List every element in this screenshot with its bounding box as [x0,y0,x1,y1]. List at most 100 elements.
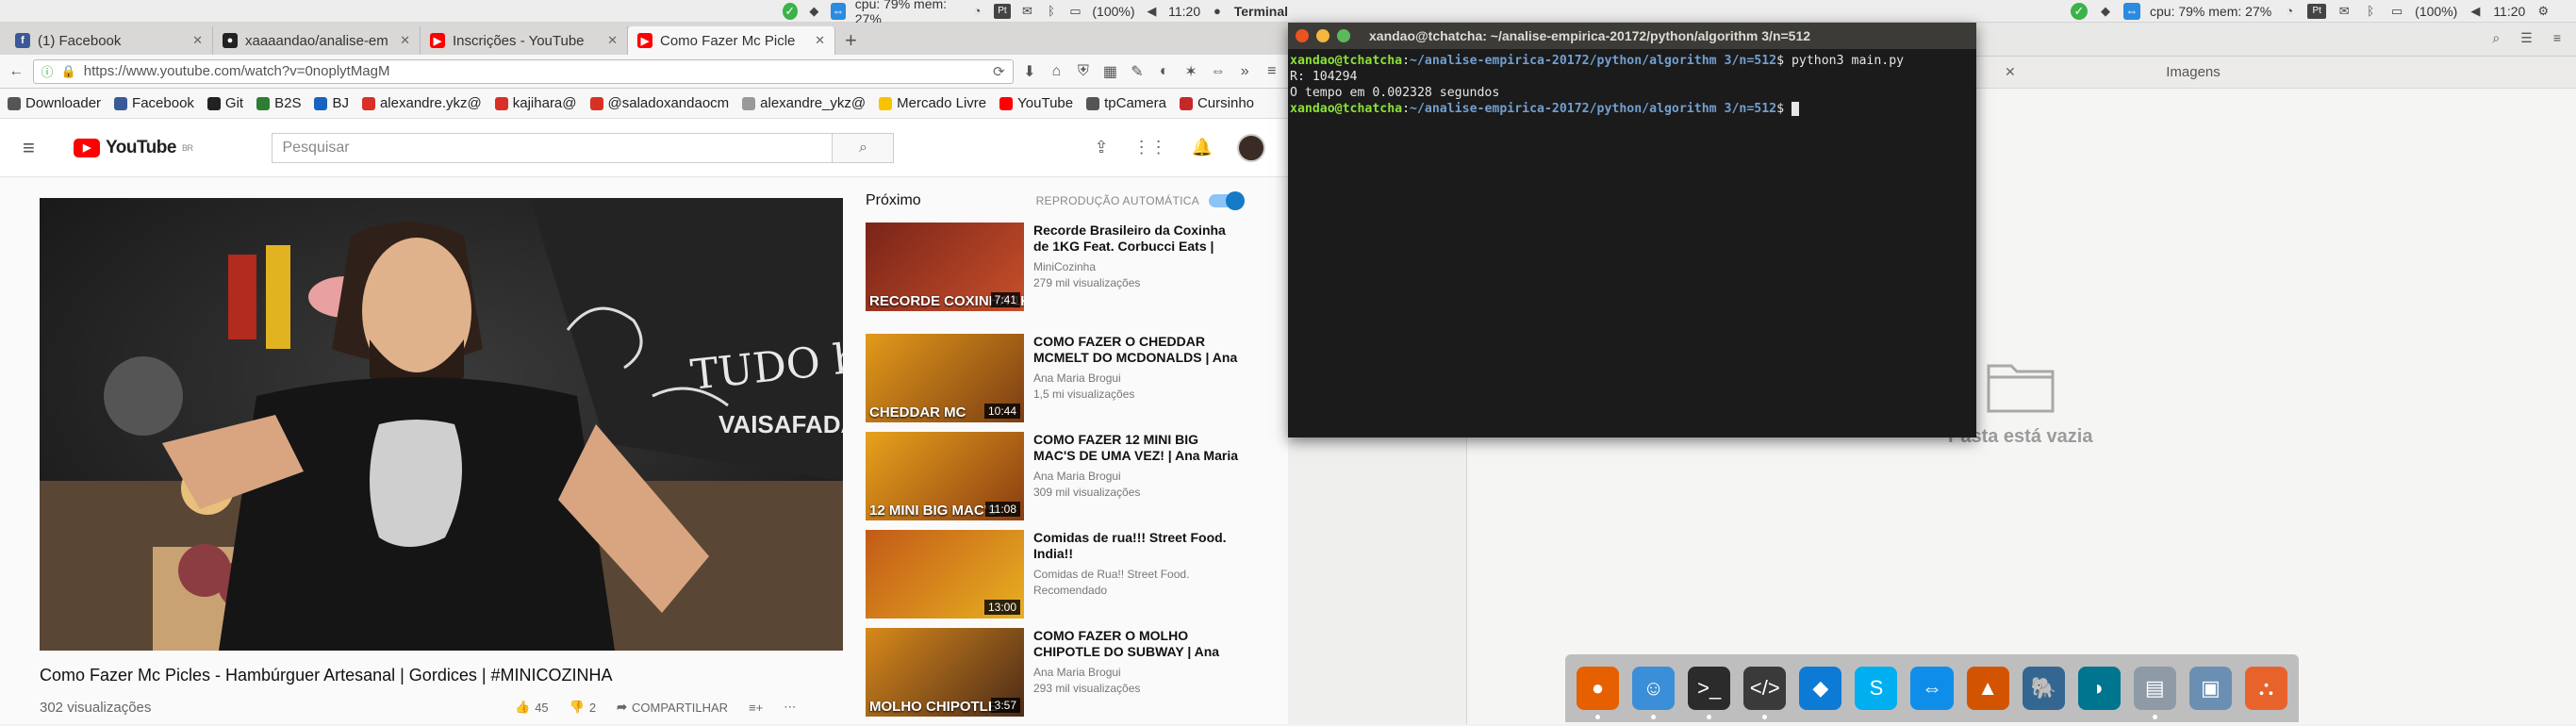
terminal-window[interactable]: xandao@tchatcha: ~/analise-empirica-2017… [1288,23,1976,437]
active-app-name[interactable]: Terminal [1234,4,1288,19]
related-video-title[interactable]: COMO FAZER O CHEDDAR MCMELT DO MCDONALDS… [1033,334,1241,366]
youtube-logo[interactable]: ▶ YouTube BR [74,138,193,158]
code-editor-icon[interactable]: </> [1743,667,1787,719]
menu-icon[interactable]: ≡ [1261,60,1282,83]
related-video-title[interactable]: Comidas de rua!!! Street Food. India!! [1033,530,1241,562]
related-video-item[interactable]: RECORDE COXINHA 1KG7:41 Recorde Brasileir… [866,223,1243,311]
video-thumbnail[interactable]: CHEDDAR MC 10:44 [866,334,1024,422]
bookmark-item[interactable]: alexandre_ykz@ [742,95,866,111]
files-tab-images[interactable]: Imagens [2023,64,2363,80]
related-video-item[interactable]: CHEDDAR MC 10:44 COMO FAZER O CHEDDAR MCME… [866,334,1243,422]
bookmark-item[interactable]: Mercado Livre [879,95,986,111]
postgresql-icon[interactable]: 🐘 [2022,667,2065,710]
related-video-item[interactable]: 13:00 Comidas de rua!!! Street Food. Indi… [866,530,1243,619]
keyboard-layout-icon[interactable]: Pt [994,3,1011,19]
finder-icon[interactable]: ☺ [1632,667,1676,719]
pocket-icon[interactable]: ◐ [1153,60,1175,83]
dislike-button[interactable]: 👎 2 [570,700,596,715]
close-tab-icon[interactable]: ✕ [400,33,410,48]
new-tab-button[interactable]: + [835,26,867,55]
video-thumbnail[interactable]: 12 MINI BIG MAC'S 11:08 [866,432,1024,520]
related-video-title[interactable]: COMO FAZER 12 MINI BIG MAC'S DE UMA VEZ!… [1033,432,1241,464]
dropbox-tray-icon[interactable]: ◆ [2097,3,2114,20]
related-video-item[interactable]: 12 MINI BIG MAC'S 11:08 COMO FAZER 12 MINI… [866,432,1243,520]
mail-icon[interactable]: ✉ [1020,3,1035,20]
video-thumbnail[interactable]: 13:00 [866,530,1024,619]
dropbox-tray-icon[interactable]: ◆ [807,3,822,20]
terminal-output[interactable]: xandao@tchatcha:~/analise-empirica-20172… [1288,49,1976,121]
wifi-icon[interactable]: ◔ [2281,3,2298,20]
close-tab-icon[interactable]: ✕ [607,33,618,48]
download-icon[interactable]: ⬇ [1019,60,1041,83]
teamviewer-tray-icon[interactable]: ⇔ [2123,2,2140,20]
url-bar[interactable]: ⓘ 🔒 https://www.youtube.com/watch?v=0nop… [32,58,1014,84]
bookmark-item[interactable]: YouTube [999,95,1073,111]
paint-icon[interactable]: ✎ [1127,60,1148,83]
cpu-mem-indicator[interactable]: cpu: 79% mem: 27% [2150,4,2271,19]
teamviewer-ext-icon[interactable]: ⇔ [1207,60,1229,83]
sync-icon[interactable]: ✓ [783,2,798,20]
related-video-title[interactable]: COMO FAZER O MOLHO CHIPOTLE DO SUBWAY | … [1033,628,1241,660]
home-icon[interactable]: ⌂ [1046,60,1067,83]
clock[interactable]: 11:20 [2493,4,2525,19]
files-search-icon[interactable]: ⌕ [2492,30,2500,46]
more-actions-button[interactable]: ⋯ [784,700,796,715]
upload-icon[interactable]: ⇪ [1094,138,1108,157]
teamviewer-tray-icon[interactable]: ⇔ [831,2,846,20]
keyboard-layout-icon[interactable]: Pt [2307,3,2327,19]
apps-grid-icon[interactable]: ⋮⋮ [1133,138,1167,157]
screenshot-icon[interactable]: ▦ [1099,60,1121,83]
bluetooth-icon[interactable]: ᛒ [2362,3,2379,20]
sync-icon[interactable]: ✓ [2071,2,2088,20]
terminal-icon[interactable]: >_ [1688,667,1731,719]
file-manager-icon[interactable]: ▤ [2133,667,2176,719]
url-text[interactable]: https://www.youtube.com/watch?v=0noplytM… [84,63,390,79]
maximize-window-button[interactable] [1337,29,1350,42]
close-window-button[interactable] [1296,29,1309,42]
close-tab-icon[interactable]: ✕ [815,33,825,48]
bookmark-item[interactable]: kajihara@ [494,95,577,111]
hamburger-menu-icon[interactable]: ≡ [23,136,53,160]
volume-icon[interactable]: ◀ [1145,3,1160,20]
virtualbox-icon[interactable]: ▣ [2188,667,2232,710]
settings-icon[interactable]: ⚙ [2535,3,2551,20]
clock[interactable]: 11:20 [1168,4,1200,19]
close-tab-icon[interactable]: ✕ [192,33,203,48]
avatar[interactable] [1237,133,1265,162]
files-menu-icon[interactable]: ≡ [2553,30,2561,46]
terminal-titlebar[interactable]: xandao@tchatcha: ~/analise-empirica-2017… [1288,23,1976,49]
browser-tab[interactable]: f (1) Facebook ✕ [6,26,213,55]
bookmark-item[interactable]: @saladoxandaocm [589,95,729,111]
video-player[interactable]: TUDO bom VAISAFADA [40,198,843,651]
share-button[interactable]: ➦ COMPARTILHAR [617,700,728,715]
skype-icon[interactable]: S [1855,667,1898,710]
battery-icon[interactable]: ▭ [1068,3,1083,20]
bookmark-item[interactable]: Cursinho [1179,95,1254,111]
bookmark-item[interactable]: BJ [314,95,349,111]
like-button[interactable]: 👍 45 [515,700,549,715]
shield-icon[interactable]: ⛨ [1073,60,1095,83]
files-list-view-icon[interactable]: ☰ [2520,30,2533,46]
mail-icon[interactable]: ✉ [2336,3,2353,20]
add-to-playlist-button[interactable]: ≡+ [749,701,763,715]
browser-tab[interactable]: ▶ Como Fazer Mc Picle ✕ [628,26,835,55]
back-button[interactable]: ← [6,60,27,83]
autoplay-toggle[interactable] [1209,191,1245,210]
extension-icon[interactable]: ✶ [1181,60,1202,83]
overflow-chevron-icon[interactable]: » [1234,60,1256,83]
bookmark-item[interactable]: tpCamera [1086,95,1166,111]
notifications-bell-icon[interactable]: 🔔 [1192,138,1213,157]
browser-tab[interactable]: ● xaaaandao/analise-em ✕ [213,26,421,55]
wifi-icon[interactable]: ◔ [970,3,985,20]
bookmark-item[interactable]: alexandre.ykz@ [361,95,482,111]
bookmark-item[interactable]: Git [206,95,243,111]
related-video-title[interactable]: Recorde Brasileiro da Coxinha de 1KG Fea… [1033,223,1241,255]
volume-icon[interactable]: ◀ [2467,3,2484,20]
bookmark-item[interactable]: B2S [256,95,301,111]
sequence-app-icon[interactable]: ⛬ [2244,667,2288,710]
info-icon[interactable]: ⓘ [41,62,54,80]
video-thumbnail[interactable]: RECORDE COXINHA 1KG7:41 [866,223,1024,311]
teamviewer-icon[interactable]: ⇔ [1910,667,1954,710]
bookmark-item[interactable]: Facebook [114,95,194,111]
dropbox-icon[interactable]: ◆ [1799,667,1842,710]
